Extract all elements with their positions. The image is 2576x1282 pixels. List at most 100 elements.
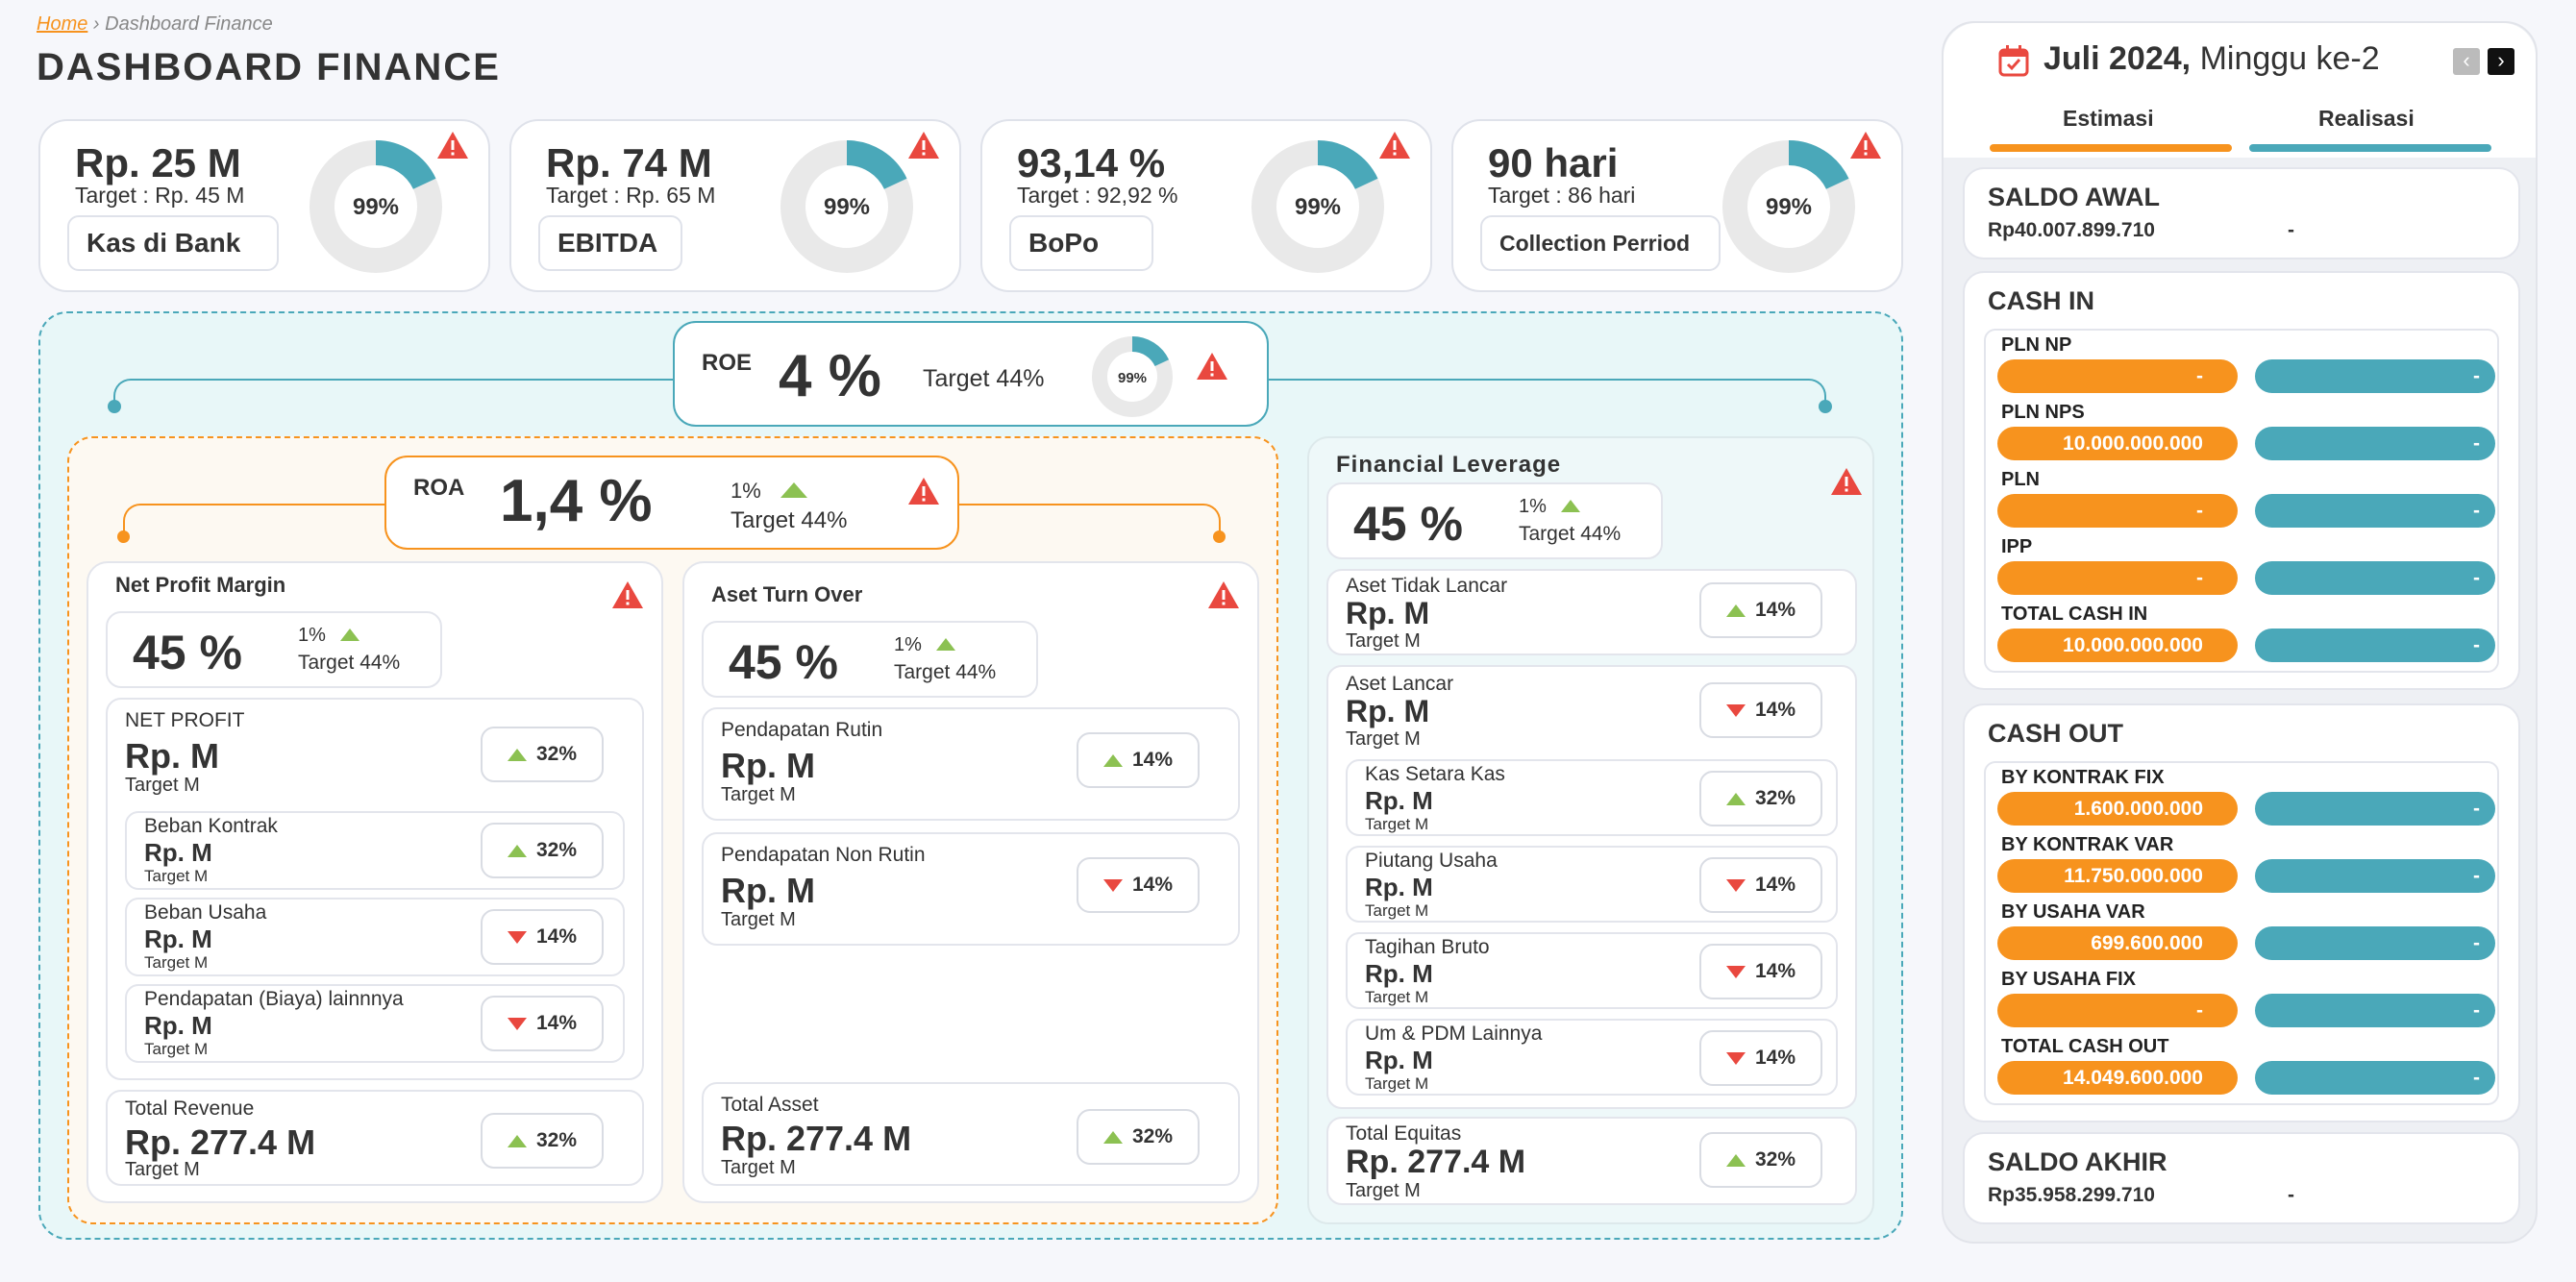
aset-tidak-lancar-box: Aset Tidak Lancar Rp. M Target M 14% xyxy=(1326,569,1857,655)
saldo-akhir-title: SALDO AKHIR xyxy=(1988,1147,2167,1176)
item-target: Target M xyxy=(721,784,796,805)
cash-row-estimasi[interactable]: 1.600.000.000 xyxy=(1997,792,2238,826)
cash-row-realisasi[interactable]: - xyxy=(2255,494,2495,528)
kpi-label-box: Kas di Bank xyxy=(67,215,279,271)
total-revenue-pct: 32% xyxy=(535,1129,578,1151)
item-target: Target M xyxy=(1365,1074,1429,1093)
tab-estimasi[interactable]: Estimasi xyxy=(2063,106,2154,132)
cash-row-label: BY KONTRAK FIX xyxy=(2001,767,2165,788)
cash-row-estimasi[interactable]: - xyxy=(1997,994,2238,1027)
up-arrow-icon xyxy=(936,638,956,651)
item-value: Rp. M xyxy=(144,925,212,953)
cash-row: PLN - - xyxy=(1986,467,2497,534)
cash-row-estimasi[interactable]: 10.000.000.000 xyxy=(1997,629,2238,662)
roe-donut: 99% xyxy=(1092,336,1173,417)
list-item: Kas Setara Kas Rp. M Target M 32% xyxy=(1346,759,1838,836)
item-trend-badge[interactable]: 14% xyxy=(1699,1030,1822,1086)
roe-donut-pct: 99% xyxy=(1118,370,1147,386)
total-revenue-trend-badge[interactable]: 32% xyxy=(481,1113,604,1169)
cash-row-estimasi[interactable]: 699.600.000 xyxy=(1997,926,2238,960)
item-trend-badge[interactable]: 14% xyxy=(1699,857,1822,913)
cash-out-card: CASH OUT BY KONTRAK FIX 1.600.000.000 - … xyxy=(1963,703,2520,1122)
total-equitas-box: Total Equitas Rp. 277.4 M Target M 32% xyxy=(1326,1117,1857,1205)
cash-row-realisasi[interactable]: - xyxy=(2255,427,2495,460)
cash-row-realisasi[interactable]: - xyxy=(2255,359,2495,393)
total-equitas-trend-badge[interactable]: 32% xyxy=(1699,1132,1822,1188)
item-trend-badge[interactable]: 14% xyxy=(1699,944,1822,999)
aset-lancar-box: Aset Lancar Rp. M Target M 14% Kas Setar… xyxy=(1326,665,1857,1109)
cash-row-realisasi[interactable]: - xyxy=(2255,792,2495,826)
prev-period-button[interactable]: ‹ xyxy=(2453,48,2480,75)
up-arrow-icon xyxy=(1725,604,1746,617)
ato-title: Aset Turn Over xyxy=(711,582,863,606)
down-arrow-icon xyxy=(1725,965,1746,978)
warning-icon xyxy=(1850,132,1881,159)
roa-card[interactable]: ROA 1,4 % 1% Target 44% xyxy=(384,456,959,550)
item-trend-badge[interactable]: 14% xyxy=(1077,857,1200,913)
breadcrumb-home-link[interactable]: Home xyxy=(37,13,87,35)
item-pct: 32% xyxy=(1754,787,1796,809)
total-asset-trend-badge[interactable]: 32% xyxy=(1077,1109,1200,1165)
item-trend-badge[interactable]: 14% xyxy=(1077,732,1200,788)
net-profit-box: NET PROFIT Rp. M Target M 32% Beban Kont… xyxy=(106,698,644,1080)
total-asset-box: Total Asset Rp. 277.4 M Target M 32% xyxy=(702,1082,1240,1186)
cash-row-realisasi[interactable]: - xyxy=(2255,859,2495,893)
cash-row-realisasi[interactable]: - xyxy=(2255,994,2495,1027)
net-profit-trend-badge[interactable]: 32% xyxy=(481,727,604,782)
item-value: Rp. M xyxy=(1365,1046,1433,1074)
saldo-awal-card: SALDO AWAL Rp40.007.899.710 - xyxy=(1963,167,2520,259)
period-month: Juli 2024, xyxy=(2043,40,2192,77)
cash-row-realisasi[interactable]: - xyxy=(2255,1061,2495,1095)
saldo-akhir-realisasi: - xyxy=(2288,1184,2294,1206)
item-label: Beban Usaha xyxy=(144,901,267,924)
financial-leverage-panel: Financial Leverage 45 % 1% Target 44% As… xyxy=(1307,436,1874,1224)
item-target: Target M xyxy=(1365,815,1429,833)
item-pct: 14% xyxy=(1131,874,1174,896)
item-value: Rp. M xyxy=(1365,786,1433,815)
tab-realisasi[interactable]: Realisasi xyxy=(2318,106,2415,132)
cash-row-estimasi[interactable]: - xyxy=(1997,494,2238,528)
cash-row-label: PLN NP xyxy=(2001,334,2072,356)
cash-in-title: CASH IN xyxy=(1988,286,2095,315)
item-trend-badge[interactable]: 32% xyxy=(1699,771,1822,826)
total-asset-pct: 32% xyxy=(1131,1125,1174,1147)
breadcrumb-separator: › xyxy=(92,13,100,35)
roe-card[interactable]: ROE 4 % Target 44% 99% xyxy=(673,321,1269,427)
cash-row-realisasi[interactable]: - xyxy=(2255,926,2495,960)
list-item: Beban Usaha Rp. M Target M 14% xyxy=(125,898,625,976)
chevron-right-icon: › xyxy=(2497,48,2505,72)
cash-row-estimasi[interactable]: 11.750.000.000 xyxy=(1997,859,2238,893)
list-item: Pendapatan Rutin Rp. M Target M 14% xyxy=(702,707,1240,821)
kpi-card[interactable]: Rp. 25 M Target : Rp. 45 M Kas di Bank 9… xyxy=(38,119,490,292)
item-label: Beban Kontrak xyxy=(144,815,278,837)
total-revenue-target: Target M xyxy=(125,1159,200,1180)
cash-row-estimasi[interactable]: 10.000.000.000 xyxy=(1997,427,2238,460)
item-trend-badge[interactable]: 14% xyxy=(481,909,604,965)
up-arrow-icon xyxy=(1725,792,1746,805)
next-period-button[interactable]: › xyxy=(2488,48,2514,75)
total-asset-value: Rp. 277.4 M xyxy=(721,1119,912,1158)
roe-label: ROE xyxy=(702,350,753,376)
net-profit-value: Rp. M xyxy=(125,736,219,776)
saldo-awal-title: SALDO AWAL xyxy=(1988,183,2160,211)
cash-row-estimasi[interactable]: - xyxy=(1997,359,2238,393)
ato-change: 1% xyxy=(894,634,956,656)
atl-trend-badge[interactable]: 14% xyxy=(1699,582,1822,638)
cash-row-realisasi[interactable]: - xyxy=(2255,629,2495,662)
item-pct: 14% xyxy=(1754,874,1796,896)
cash-row-realisasi[interactable]: - xyxy=(2255,561,2495,595)
up-arrow-icon xyxy=(780,482,807,498)
roa-connector-right xyxy=(957,504,1221,532)
cash-row-estimasi[interactable]: 14.049.600.000 xyxy=(1997,1061,2238,1095)
cash-in-table: PLN NP - - PLN NPS 10.000.000.000 - PLN … xyxy=(1984,329,2499,673)
calendar-icon[interactable] xyxy=(1997,44,2030,77)
cash-row-label: BY USAHA FIX xyxy=(2001,969,2137,990)
kpi-card[interactable]: Rp. 74 M Target : Rp. 65 M EBITDA 99% xyxy=(509,119,961,292)
kpi-card[interactable]: 93,14 % Target : 92,92 % BoPo 99% xyxy=(980,119,1432,292)
kpi-card[interactable]: 90 hari Target : 86 hari Collection Perr… xyxy=(1451,119,1903,292)
item-trend-badge[interactable]: 14% xyxy=(481,996,604,1051)
ato-target: Target 44% xyxy=(894,661,997,683)
al-trend-badge[interactable]: 14% xyxy=(1699,682,1822,738)
item-trend-badge[interactable]: 32% xyxy=(481,823,604,878)
cash-row-estimasi[interactable]: - xyxy=(1997,561,2238,595)
